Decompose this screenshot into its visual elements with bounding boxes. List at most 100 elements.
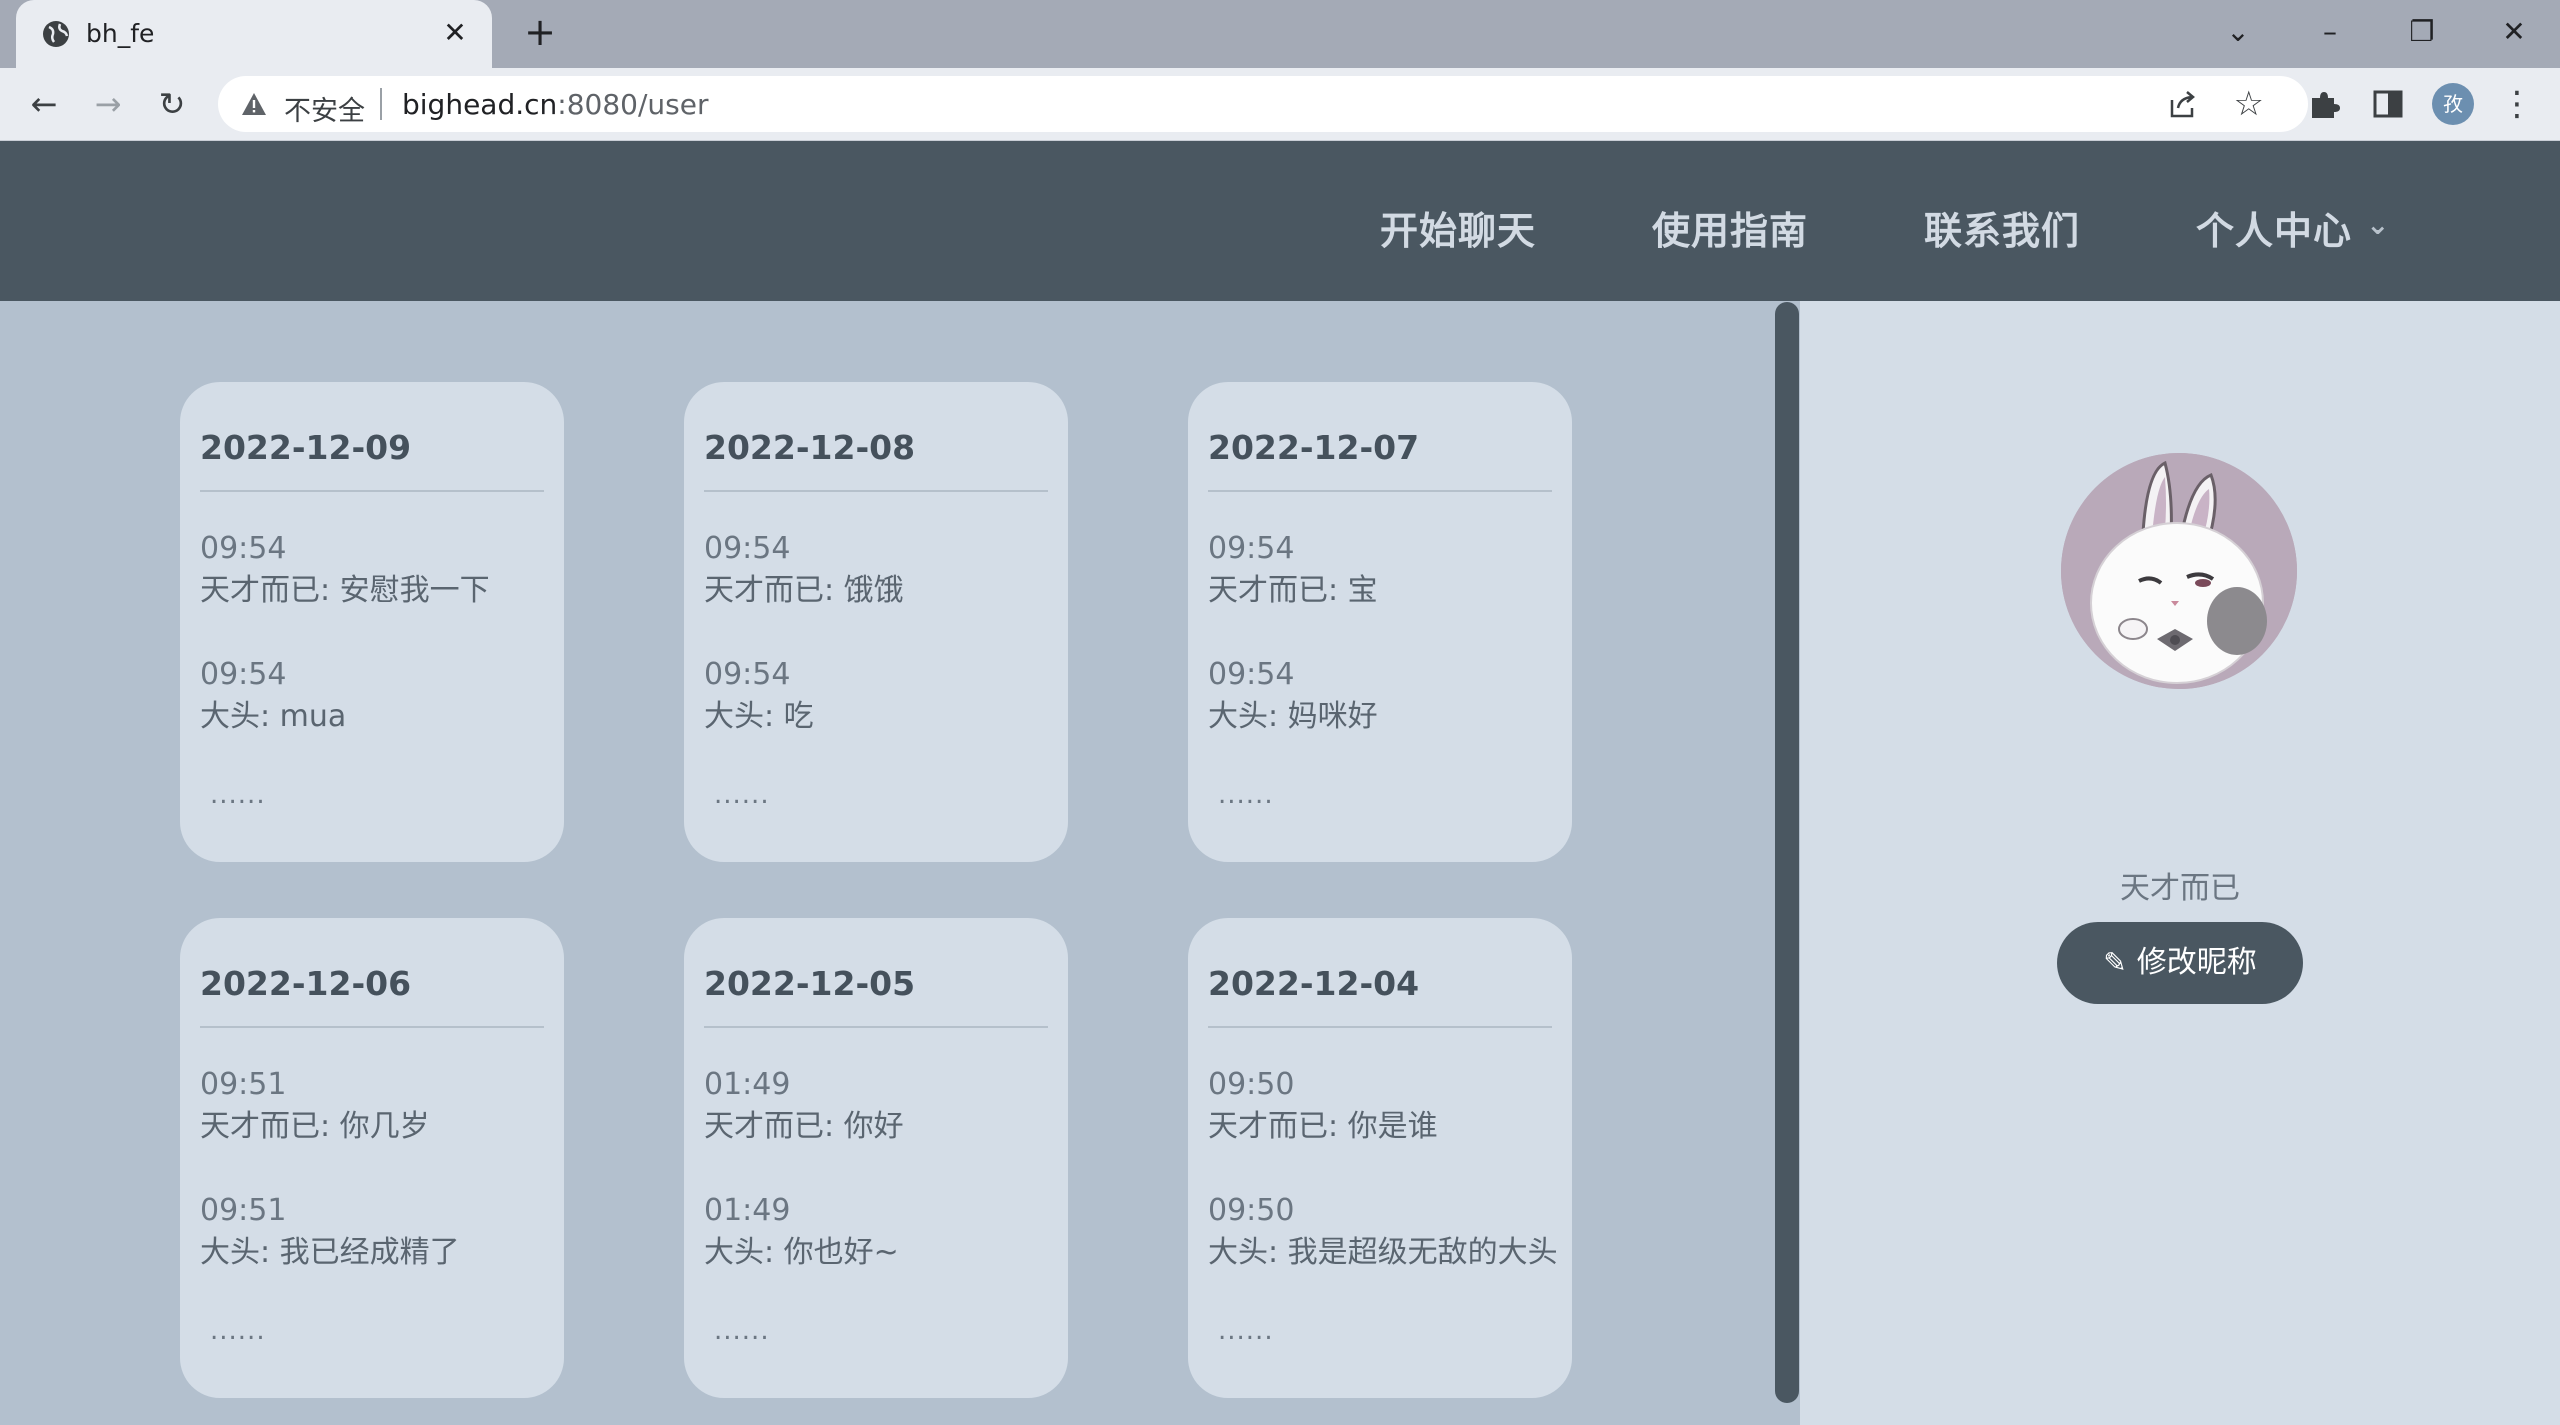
content-scrollbar[interactable] (1775, 302, 1799, 1403)
card-divider (200, 490, 544, 492)
url-host: bighead.cn (402, 88, 558, 121)
chat-day-card[interactable]: 2022-12-08 09:54 天才而已: 饿饿 09:54 大头: 吃 ..… (684, 382, 1068, 862)
chat-message: 09:51 天才而已: 你几岁 (200, 1064, 430, 1148)
message-text: 大头: 吃 (704, 699, 814, 734)
restore-icon[interactable]: ❐ (2392, 10, 2452, 54)
message-text: 天才而已: 你是谁 (1208, 1109, 1438, 1144)
chat-message: 09:54 大头: mua (200, 654, 346, 738)
chat-message: 09:50 天才而已: 你是谁 (1208, 1064, 1438, 1148)
url-path: :8080/user (557, 88, 709, 121)
chat-day-card[interactable]: 2022-12-06 09:51 天才而已: 你几岁 09:51 大头: 我已经… (180, 918, 564, 1398)
card-divider (704, 1026, 1048, 1028)
card-date: 2022-12-04 (1208, 964, 1420, 1003)
message-time: 01:49 (704, 1067, 791, 1102)
edit-nickname-button[interactable]: ✎ 修改昵称 (2057, 922, 2303, 1004)
message-time: 09:51 (200, 1193, 287, 1228)
chat-day-card[interactable]: 2022-12-07 09:54 天才而已: 宝 09:54 大头: 妈咪好 .… (1188, 382, 1572, 862)
nav-personal-center[interactable]: 个人中心 (2196, 200, 2376, 255)
card-date: 2022-12-09 (200, 428, 412, 467)
message-time: 09:50 (1208, 1193, 1295, 1228)
card-date: 2022-12-06 (200, 964, 412, 1003)
chat-message: 01:49 大头: 你也好~ (704, 1190, 899, 1274)
minimize-icon[interactable]: – (2300, 10, 2360, 54)
nav-user-guide[interactable]: 使用指南 (1652, 200, 1808, 255)
window-close-icon[interactable]: ✕ (2484, 10, 2544, 54)
browser-tab-strip: bh_fe ✕ + ⌄ – ❐ ✕ (0, 0, 2560, 68)
message-text: 天才而已: 你好 (704, 1109, 904, 1144)
message-time: 09:54 (200, 531, 287, 566)
back-arrow-icon[interactable]: ← (22, 82, 66, 126)
side-panel-icon[interactable] (2368, 84, 2408, 124)
new-tab-button[interactable]: + (520, 12, 560, 52)
edit-nickname-label: 修改昵称 (2136, 945, 2257, 980)
profile-panel: 天才而已 ✎ 修改昵称 (1800, 301, 2560, 1425)
message-text: 天才而已: 饿饿 (704, 573, 904, 608)
pen-icon: ✎ (2103, 946, 2127, 979)
more-ellipsis: ...... (210, 1316, 266, 1346)
card-divider (1208, 490, 1552, 492)
card-date: 2022-12-05 (704, 964, 916, 1003)
message-time: 09:54 (1208, 657, 1295, 692)
card-date: 2022-12-08 (704, 428, 916, 467)
tab-search-chevron-icon[interactable]: ⌄ (2208, 10, 2268, 54)
chat-day-card[interactable]: 2022-12-05 01:49 天才而已: 你好 01:49 大头: 你也好~… (684, 918, 1068, 1398)
card-divider (200, 1026, 544, 1028)
globe-icon (43, 21, 69, 47)
message-text: 天才而已: 你几岁 (200, 1109, 430, 1144)
browser-menu-icon[interactable]: ⋮ (2500, 84, 2534, 124)
browser-tab[interactable]: bh_fe ✕ (16, 0, 492, 68)
reload-icon[interactable]: ↻ (150, 82, 194, 126)
chat-message: 09:50 大头: 我是超级无敌的大头 (1208, 1190, 1558, 1274)
chat-message: 09:54 大头: 吃 (704, 654, 814, 738)
nav-contact-us[interactable]: 联系我们 (1924, 200, 2080, 255)
message-text: 大头: 妈咪好 (1208, 699, 1378, 734)
chat-day-card[interactable]: 2022-12-09 09:54 天才而已: 安慰我一下 09:54 大头: m… (180, 382, 564, 862)
more-ellipsis: ...... (714, 780, 770, 810)
address-separator (380, 88, 382, 120)
message-text: 天才而已: 宝 (1208, 573, 1378, 608)
chat-day-card[interactable]: 2022-12-04 09:50 天才而已: 你是谁 09:50 大头: 我是超… (1188, 918, 1572, 1398)
message-time: 09:54 (704, 657, 791, 692)
chat-message: 09:54 天才而已: 饿饿 (704, 528, 904, 612)
message-text: 大头: mua (200, 699, 347, 734)
message-text: 大头: 我是超级无敌的大头 (1208, 1235, 1558, 1270)
close-tab-icon[interactable]: ✕ (438, 16, 472, 49)
insecure-label[interactable]: 不安全 (284, 89, 365, 128)
username-label: 天才而已 (2120, 871, 2240, 906)
bookmark-star-icon[interactable]: ☆ (2234, 84, 2264, 124)
message-time: 09:54 (704, 531, 791, 566)
card-divider (1208, 1026, 1552, 1028)
message-time: 09:54 (1208, 531, 1295, 566)
white-rabbit-avatar-icon (2061, 453, 2297, 689)
more-ellipsis: ...... (210, 780, 266, 810)
browser-toolbar: ← → ↻ 不安全 bighead.cn:8080/user ☆ 孜 ⋮ (0, 68, 2560, 141)
message-time: 09:51 (200, 1067, 287, 1102)
card-date: 2022-12-07 (1208, 428, 1420, 467)
url-text[interactable]: bighead.cn:8080/user (402, 88, 708, 121)
chat-message: 09:54 天才而已: 宝 (1208, 528, 1378, 612)
message-text: 大头: 我已经成精了 (200, 1235, 460, 1270)
chat-message: 09:54 大头: 妈咪好 (1208, 654, 1378, 738)
nav-start-chat[interactable]: 开始聊天 (1380, 200, 1536, 255)
address-bar[interactable]: 不安全 bighead.cn:8080/user ☆ (218, 76, 2308, 132)
more-ellipsis: ...... (714, 1316, 770, 1346)
tab-title: bh_fe (86, 19, 155, 48)
card-divider (704, 490, 1048, 492)
profile-avatar[interactable]: 孜 (2432, 83, 2474, 125)
extensions-puzzle-icon[interactable] (2304, 84, 2344, 124)
chat-message: 09:51 大头: 我已经成精了 (200, 1190, 460, 1274)
message-time: 09:50 (1208, 1067, 1295, 1102)
forward-arrow-icon[interactable]: → (86, 82, 130, 126)
more-ellipsis: ...... (1218, 780, 1274, 810)
message-text: 天才而已: 安慰我一下 (200, 573, 490, 608)
message-time: 01:49 (704, 1193, 791, 1228)
app-header: 开始聊天 使用指南 联系我们 个人中心 (0, 141, 2560, 301)
warning-triangle-icon[interactable] (240, 90, 268, 118)
chat-message: 01:49 天才而已: 你好 (704, 1064, 904, 1148)
message-text: 大头: 你也好~ (704, 1235, 899, 1270)
share-icon[interactable] (2164, 86, 2200, 122)
chat-message: 09:54 天才而已: 安慰我一下 (200, 528, 490, 612)
more-ellipsis: ...... (1218, 1316, 1274, 1346)
message-time: 09:54 (200, 657, 287, 692)
user-avatar[interactable] (2061, 453, 2297, 689)
